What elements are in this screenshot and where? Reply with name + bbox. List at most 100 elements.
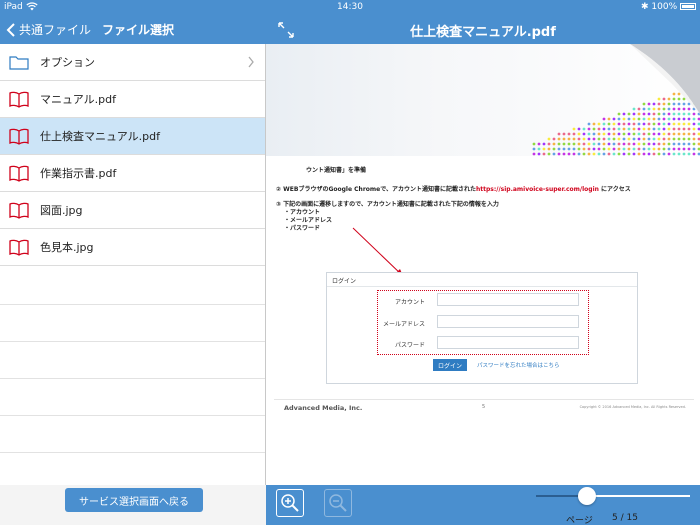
decorative-dot xyxy=(587,137,591,141)
decorative-dot xyxy=(617,112,621,116)
battery-percent: 100% xyxy=(651,2,678,12)
decorative-dot xyxy=(672,117,676,121)
decorative-dot xyxy=(602,132,606,136)
decorative-dot xyxy=(682,132,686,136)
decorative-dot xyxy=(547,142,551,146)
decorative-dot xyxy=(567,137,571,141)
decorative-dot xyxy=(652,152,656,156)
decorative-dot xyxy=(652,137,656,141)
decorative-dot xyxy=(627,122,631,126)
decorative-dot xyxy=(662,137,666,141)
list-divider xyxy=(0,378,265,379)
decorative-dot xyxy=(662,122,666,126)
file-browser-title: ファイル選択 xyxy=(102,23,175,37)
decorative-dot xyxy=(652,142,656,146)
decorative-dot xyxy=(537,152,541,156)
decorative-dot xyxy=(542,152,546,156)
decorative-dot xyxy=(687,152,691,156)
decorative-dot xyxy=(687,127,691,131)
decorative-dot xyxy=(692,142,696,146)
list-item-option-folder[interactable]: オプション xyxy=(0,44,265,81)
decorative-dot xyxy=(657,132,661,136)
decorative-dot xyxy=(552,147,556,151)
decorative-dot xyxy=(602,117,606,121)
decorative-dot xyxy=(557,137,561,141)
decorative-dot xyxy=(592,142,596,146)
decorative-dot xyxy=(617,117,621,121)
decorative-dot xyxy=(617,127,621,131)
decorative-dot xyxy=(657,117,661,121)
page-slider-handle[interactable] xyxy=(577,487,596,505)
decorative-dot xyxy=(642,142,646,146)
list-item-file[interactable]: 図面.jpg xyxy=(0,192,265,229)
decorative-dot xyxy=(647,137,651,141)
decorative-dot xyxy=(677,137,681,141)
decorative-dot xyxy=(617,132,621,136)
list-item-file-selected[interactable]: 仕上検査マニュアル.pdf xyxy=(0,118,265,155)
footer-company: Advanced Media, Inc. xyxy=(284,404,363,412)
decorative-dot xyxy=(672,127,676,131)
decorative-dot xyxy=(597,127,601,131)
decorative-dot xyxy=(582,127,586,131)
zoom-out-icon xyxy=(329,494,347,512)
status-bar: iPad 14:30 ✱ 100% xyxy=(0,0,700,14)
decorative-dot xyxy=(602,152,606,156)
decorative-dot xyxy=(567,132,571,136)
decorative-dot xyxy=(617,137,621,141)
field-label-email: メールアドレス xyxy=(383,321,426,328)
back-button[interactable]: 共通ファイル xyxy=(6,21,91,38)
list-item-file[interactable]: マニュアル.pdf xyxy=(0,81,265,118)
decorative-dot xyxy=(572,132,576,136)
zoom-out-button[interactable] xyxy=(324,489,352,517)
decorative-dot xyxy=(662,142,666,146)
decorative-dot xyxy=(562,132,566,136)
field-label-password: パスワード xyxy=(395,342,426,349)
decorative-dot xyxy=(632,147,636,151)
return-to-service-select-button[interactable]: サービス選択画面へ戻る xyxy=(65,488,203,512)
decorative-dot xyxy=(597,147,601,151)
decorative-dot xyxy=(632,127,636,131)
decorative-dot xyxy=(597,137,601,141)
page-indicator: 5 / 15 xyxy=(612,513,638,523)
decorative-dot xyxy=(692,152,696,156)
page-curl-corner[interactable] xyxy=(630,44,700,114)
decorative-dot xyxy=(677,117,681,121)
decorative-dot xyxy=(587,122,591,126)
pdf-list-item: ・パスワード xyxy=(284,225,321,232)
decorative-dot xyxy=(612,137,616,141)
field-label-account: アカウント xyxy=(395,299,426,306)
decorative-dot xyxy=(667,122,671,126)
decorative-dot xyxy=(652,127,656,131)
decorative-dot xyxy=(542,142,546,146)
document-viewer: ウント通知書」を準備 ② WEBブラウザのGoogle Chromeで、アカウン… xyxy=(266,44,700,485)
file-list-pane: オプション マニュアル.pdf 仕上検査マニュアル.pdf 作業指示書.pdf … xyxy=(0,44,266,485)
decorative-dot xyxy=(667,152,671,156)
decorative-dot xyxy=(677,132,681,136)
decorative-dot xyxy=(667,137,671,141)
book-icon xyxy=(9,165,29,182)
decorative-dot xyxy=(572,152,576,156)
decorative-dot xyxy=(647,132,651,136)
decorative-dot xyxy=(622,147,626,151)
decorative-dot xyxy=(672,137,676,141)
login-screenshot: ログイン アカウント メールアドレス パスワード ログイン パスワードを忘れた場… xyxy=(326,272,638,384)
login-screenshot-title: ログイン xyxy=(327,273,637,287)
decorative-dot xyxy=(577,142,581,146)
decorative-dot xyxy=(647,152,651,156)
decorative-dot xyxy=(567,142,571,146)
decorative-dot xyxy=(657,147,661,151)
decorative-dot xyxy=(632,137,636,141)
decorative-dot xyxy=(577,152,581,156)
account-field xyxy=(437,293,579,306)
list-item-file[interactable]: 作業指示書.pdf xyxy=(0,155,265,192)
decorative-dot xyxy=(677,127,681,131)
list-item-file[interactable]: 色見本.jpg xyxy=(0,229,265,266)
decorative-dot xyxy=(632,117,636,121)
zoom-in-button[interactable] xyxy=(276,489,304,517)
clock: 14:30 xyxy=(337,2,363,12)
decorative-dot xyxy=(607,152,611,156)
folder-icon xyxy=(9,56,29,70)
decorative-dot xyxy=(687,147,691,151)
decorative-dot xyxy=(607,142,611,146)
decorative-dot xyxy=(557,147,561,151)
